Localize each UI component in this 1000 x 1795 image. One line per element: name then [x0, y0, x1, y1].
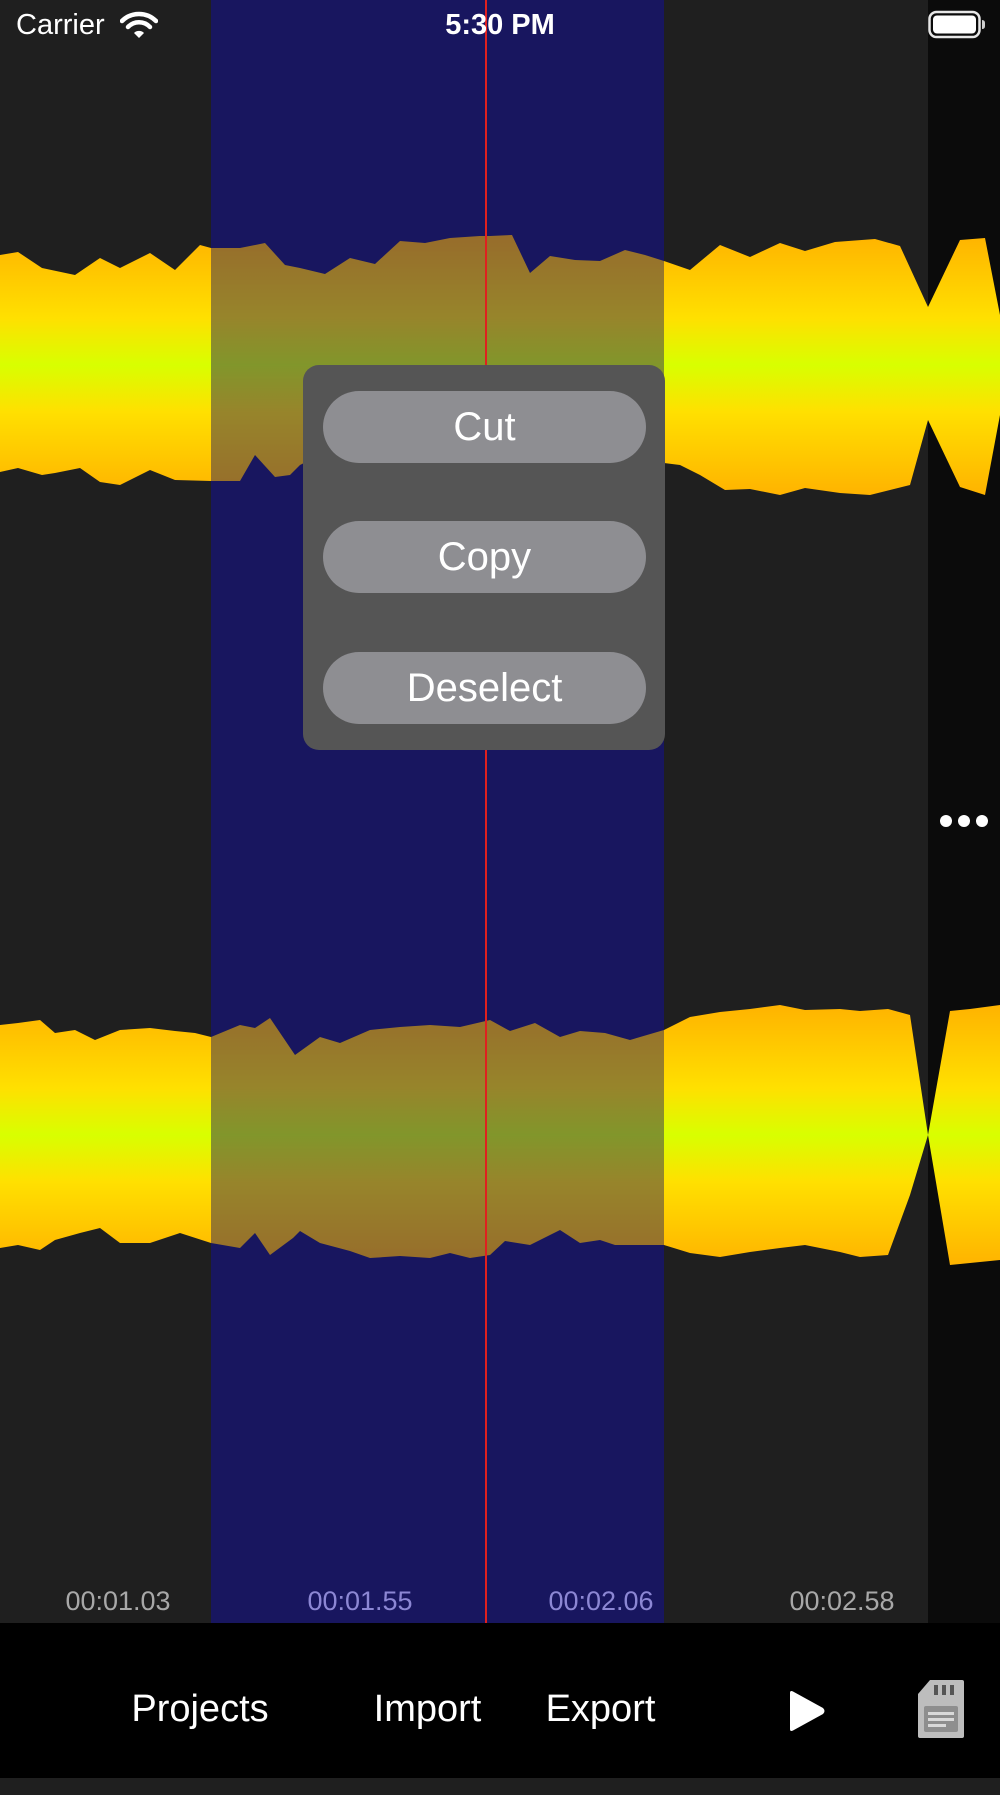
timeline-label: 00:01.03 [65, 1586, 171, 1616]
playhead-cursor[interactable] [485, 0, 487, 1623]
more-horizontal-icon[interactable] [936, 806, 992, 836]
copy-button[interactable]: Copy [323, 521, 646, 593]
timeline-label: 00:02.06 [548, 1586, 654, 1616]
selection-context-menu: Cut Copy Deselect [303, 365, 665, 750]
timeline-label: 00:02.58 [789, 1586, 895, 1616]
sd-card-icon[interactable] [916, 1678, 966, 1745]
waveform-editor[interactable]: 00:01.03 00:01.55 00:02.06 00:02.58 [0, 0, 1000, 1623]
battery-icon [928, 10, 986, 45]
import-button[interactable]: Import [355, 1623, 500, 1778]
bottom-toolbar: Projects Import Export [0, 1623, 1000, 1778]
timeline-label: 00:01.55 [307, 1586, 413, 1616]
play-icon[interactable] [786, 1690, 826, 1737]
projects-button[interactable]: Projects [110, 1623, 290, 1778]
clock-time: 5:30 PM [445, 9, 555, 41]
cut-button[interactable]: Cut [323, 391, 646, 463]
status-bar: Carrier 5:30 PM [0, 0, 1000, 50]
deselect-button[interactable]: Deselect [323, 652, 646, 724]
selection-tint [211, 0, 664, 1623]
audio-editor-screen: Carrier 5:30 PM 00:01.03 00:01.55 00:02.… [0, 0, 1000, 1778]
export-button[interactable]: Export [533, 1623, 668, 1778]
